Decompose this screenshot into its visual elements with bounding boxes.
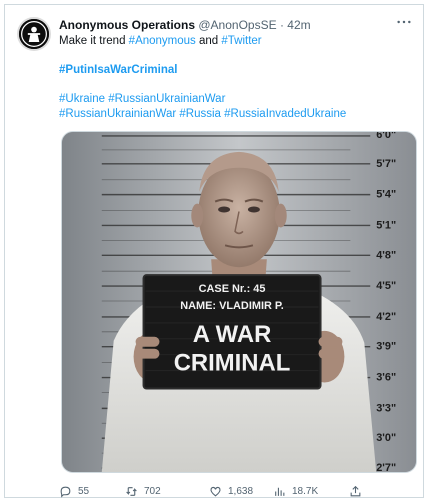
share-button[interactable] bbox=[349, 485, 362, 498]
reply-icon bbox=[60, 486, 71, 498]
avatar[interactable] bbox=[17, 17, 51, 51]
hashtag-war-criminal[interactable]: #PutinIsaWarCriminal bbox=[59, 64, 177, 76]
text-line-4: #RussianUkrainianWar #Russia #RussiaInva… bbox=[59, 107, 411, 122]
placard-case: CASE Nr.: 45 bbox=[199, 283, 266, 295]
height-label: 3'9" bbox=[376, 341, 396, 353]
tweet-header: Anonymous Operations @AnonOpsSE · 42m bbox=[59, 18, 393, 33]
hashtag-russianukrainianwar-2[interactable]: #RussianUkrainianWar bbox=[59, 108, 176, 120]
height-label: 4'8" bbox=[376, 249, 396, 261]
placard-line-3: A WAR bbox=[193, 321, 272, 348]
height-label: 5'7" bbox=[376, 158, 396, 170]
height-label: 4'5" bbox=[376, 280, 396, 292]
separator: · bbox=[279, 18, 284, 32]
height-label: 5'4" bbox=[376, 189, 396, 201]
retweet-button[interactable]: 702 bbox=[125, 485, 161, 498]
placard-name: NAME: VLADIMIR P. bbox=[180, 300, 284, 312]
hashtag-anonymous[interactable]: #Anonymous bbox=[129, 35, 196, 47]
height-label: 3'6" bbox=[376, 372, 396, 384]
hashtag-russiainvadedukraine[interactable]: #RussiaInvadedUkraine bbox=[224, 108, 346, 120]
views-icon bbox=[275, 487, 285, 496]
text-line-2: #PutinIsaWarCriminal bbox=[59, 63, 411, 78]
retweet-count: 702 bbox=[144, 485, 161, 497]
handle[interactable]: @AnonOpsSE bbox=[198, 18, 276, 32]
share-icon bbox=[350, 485, 361, 496]
reply-count: 55 bbox=[78, 485, 90, 497]
hashtag-twitter[interactable]: #Twitter bbox=[221, 35, 261, 47]
height-label: 4'2" bbox=[376, 311, 396, 323]
more-icon[interactable] bbox=[395, 15, 413, 29]
height-label: 2'7" bbox=[376, 462, 396, 472]
retweet-icon bbox=[126, 486, 137, 496]
views-button[interactable]: 18.7K bbox=[273, 485, 318, 498]
tweet-image[interactable]: 6'0" 5'7" 5'4" 5'1" 4'8" 4'5" 4'2" 3'9" … bbox=[61, 131, 417, 473]
like-icon bbox=[210, 486, 221, 497]
height-label: 5'1" bbox=[376, 219, 396, 231]
views-count: 18.7K bbox=[292, 485, 319, 497]
text-prefix: Make it trend bbox=[59, 35, 129, 47]
height-label: 6'0" bbox=[376, 132, 396, 141]
action-bar: 55 702 1,638 18.7K bbox=[59, 483, 407, 499]
height-label: 3'0" bbox=[376, 432, 396, 444]
mugshot-image: 6'0" 5'7" 5'4" 5'1" 4'8" 4'5" 4'2" 3'9" … bbox=[62, 132, 416, 472]
like-count: 1,638 bbox=[228, 485, 254, 497]
anonymous-logo-icon bbox=[19, 19, 49, 49]
tweet-text: Make it trend #Anonymous and #Twitter #P… bbox=[59, 34, 411, 122]
reply-button[interactable]: 55 bbox=[59, 485, 89, 498]
hashtag-ukraine[interactable]: #Ukraine bbox=[59, 93, 105, 105]
hashtag-russianukrainianwar[interactable]: #RussianUkrainianWar bbox=[108, 93, 225, 105]
timestamp[interactable]: 42m bbox=[287, 18, 310, 32]
display-name[interactable]: Anonymous Operations bbox=[59, 18, 195, 32]
text-line-3: #Ukraine #RussianUkrainianWar bbox=[59, 92, 411, 107]
placard-line-4: CRIMINAL bbox=[174, 350, 291, 377]
height-label: 3'3" bbox=[376, 402, 396, 414]
tweet-card: Anonymous Operations @AnonOpsSE · 42m Ma… bbox=[4, 4, 424, 498]
text-line-1: Make it trend #Anonymous and #Twitter bbox=[59, 34, 411, 49]
text-and: and bbox=[195, 35, 222, 47]
hashtag-russia[interactable]: #Russia bbox=[179, 108, 221, 120]
like-button[interactable]: 1,638 bbox=[209, 485, 253, 498]
